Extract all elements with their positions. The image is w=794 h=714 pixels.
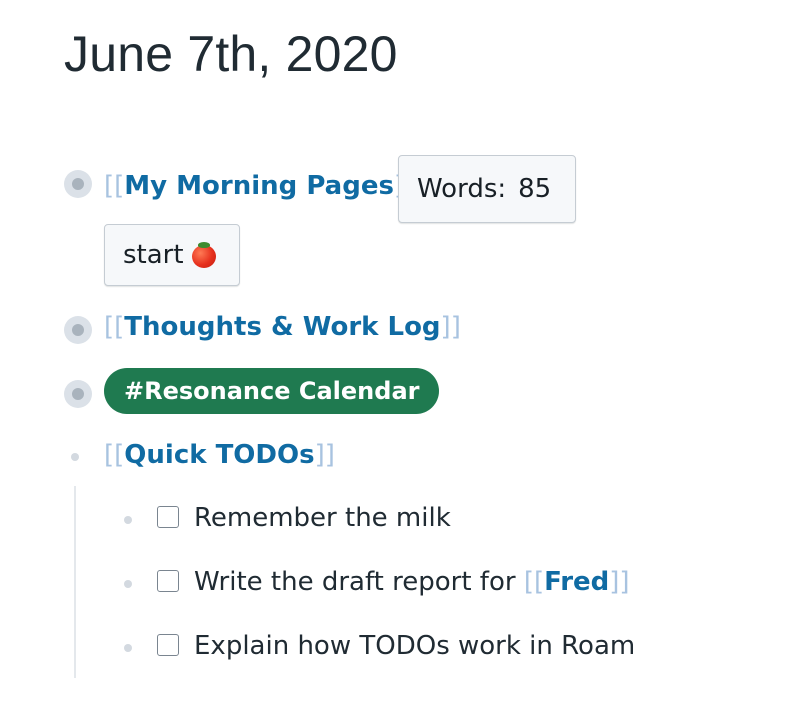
word-count-label: Words: — [417, 174, 507, 204]
tomato-icon — [191, 241, 216, 268]
todo-bullet[interactable] — [124, 644, 132, 652]
link-bracket-open: [[ — [104, 440, 125, 470]
link-bracket-close: ]] — [609, 567, 630, 597]
todo-bullet[interactable] — [124, 580, 132, 588]
todo-checkbox[interactable] — [157, 506, 179, 528]
todo-text: Write the draft report for — [194, 567, 524, 597]
word-count-value: 85 — [518, 174, 552, 204]
todo-item-write-draft[interactable]: Write the draft report for [[Fred]] — [194, 566, 630, 598]
page-link-my-morning-pages[interactable]: My Morning Pages — [124, 171, 394, 201]
todo-bullet[interactable] — [124, 516, 132, 524]
todo-text[interactable]: Remember the milk — [194, 502, 451, 534]
link-bracket-open: [[ — [104, 171, 125, 201]
todo-checkbox[interactable] — [157, 634, 179, 656]
block-bullet[interactable] — [64, 380, 92, 408]
link-bracket-close: ]] — [440, 312, 461, 342]
block-bullet[interactable] — [64, 170, 92, 198]
block-bullet[interactable] — [64, 316, 92, 344]
tag-resonance-calendar[interactable]: #Resonance Calendar — [104, 368, 440, 414]
word-count-button[interactable]: Words: 85 — [398, 155, 576, 223]
pomodoro-start-button[interactable]: start — [104, 224, 240, 286]
children-guide-line — [74, 486, 76, 678]
todo-text[interactable]: Explain how TODOs work in Roam — [194, 630, 635, 662]
link-bracket-open: [[ — [523, 567, 545, 597]
block-morning-pages[interactable]: [[My Morning Pages]] — [104, 170, 414, 202]
block-quick-todos[interactable]: [[Quick TODOs]] — [104, 439, 335, 471]
page-title: June 7th, 2020 — [64, 26, 398, 82]
page-link-fred[interactable]: Fred — [544, 567, 609, 597]
todo-checkbox[interactable] — [157, 570, 179, 592]
start-button-label: start — [123, 240, 184, 270]
link-bracket-close: ]] — [314, 440, 335, 470]
page-link-quick-todos[interactable]: Quick TODOs — [124, 440, 314, 470]
block-thoughts[interactable]: [[Thoughts & Work Log]] — [104, 311, 461, 343]
page-link-thoughts-work-log[interactable]: Thoughts & Work Log — [124, 312, 440, 342]
link-bracket-open: [[ — [104, 312, 125, 342]
block-bullet[interactable] — [71, 453, 79, 461]
